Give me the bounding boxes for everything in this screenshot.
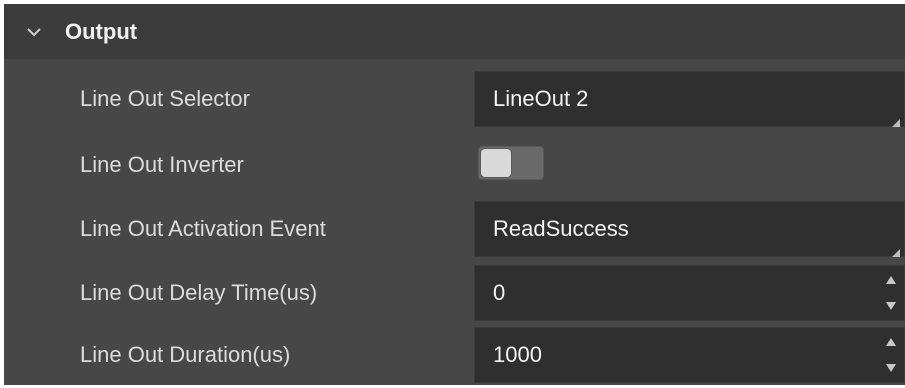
- spin-arrows-icon[interactable]: [884, 272, 898, 316]
- row-line-out-delay-time: Line Out Delay Time(us) 0: [4, 264, 905, 326]
- row-line-out-activation-event: Line Out Activation Event ReadSuccess: [4, 200, 905, 262]
- row-line-out-selector: Line Out Selector LineOut 2: [4, 70, 905, 132]
- line-out-delay-time-spinbox[interactable]: 0: [474, 265, 905, 321]
- output-settings-panel: Output Line Out Selector LineOut 2 Line …: [4, 4, 905, 385]
- dropdown-corner-icon: [892, 114, 900, 127]
- chevron-down-icon[interactable]: [26, 24, 42, 40]
- line-out-selector-value: LineOut 2: [493, 86, 589, 111]
- section-title: Output: [65, 19, 138, 44]
- dropdown-corner-icon: [892, 244, 900, 257]
- row-line-out-duration: Line Out Duration(us) 1000: [4, 326, 905, 388]
- row-line-out-inverter: Line Out Inverter: [4, 136, 905, 198]
- section-header-output[interactable]: Output: [4, 4, 905, 59]
- toggle-knob: [481, 149, 511, 177]
- line-out-inverter-toggle[interactable]: [478, 146, 544, 180]
- line-out-duration-spinbox[interactable]: 1000: [474, 327, 905, 383]
- line-out-delay-time-label: Line Out Delay Time(us): [80, 280, 318, 305]
- line-out-inverter-label: Line Out Inverter: [80, 152, 244, 177]
- line-out-selector-label: Line Out Selector: [80, 86, 250, 111]
- line-out-selector-dropdown[interactable]: LineOut 2: [474, 71, 905, 127]
- line-out-duration-label: Line Out Duration(us): [80, 342, 291, 367]
- line-out-activation-event-label: Line Out Activation Event: [80, 216, 326, 241]
- spin-arrows-icon[interactable]: [884, 334, 898, 378]
- line-out-delay-time-value: 0: [493, 280, 506, 305]
- line-out-activation-event-value: ReadSuccess: [493, 216, 629, 241]
- line-out-duration-value: 1000: [493, 342, 542, 367]
- line-out-activation-event-dropdown[interactable]: ReadSuccess: [474, 201, 905, 257]
